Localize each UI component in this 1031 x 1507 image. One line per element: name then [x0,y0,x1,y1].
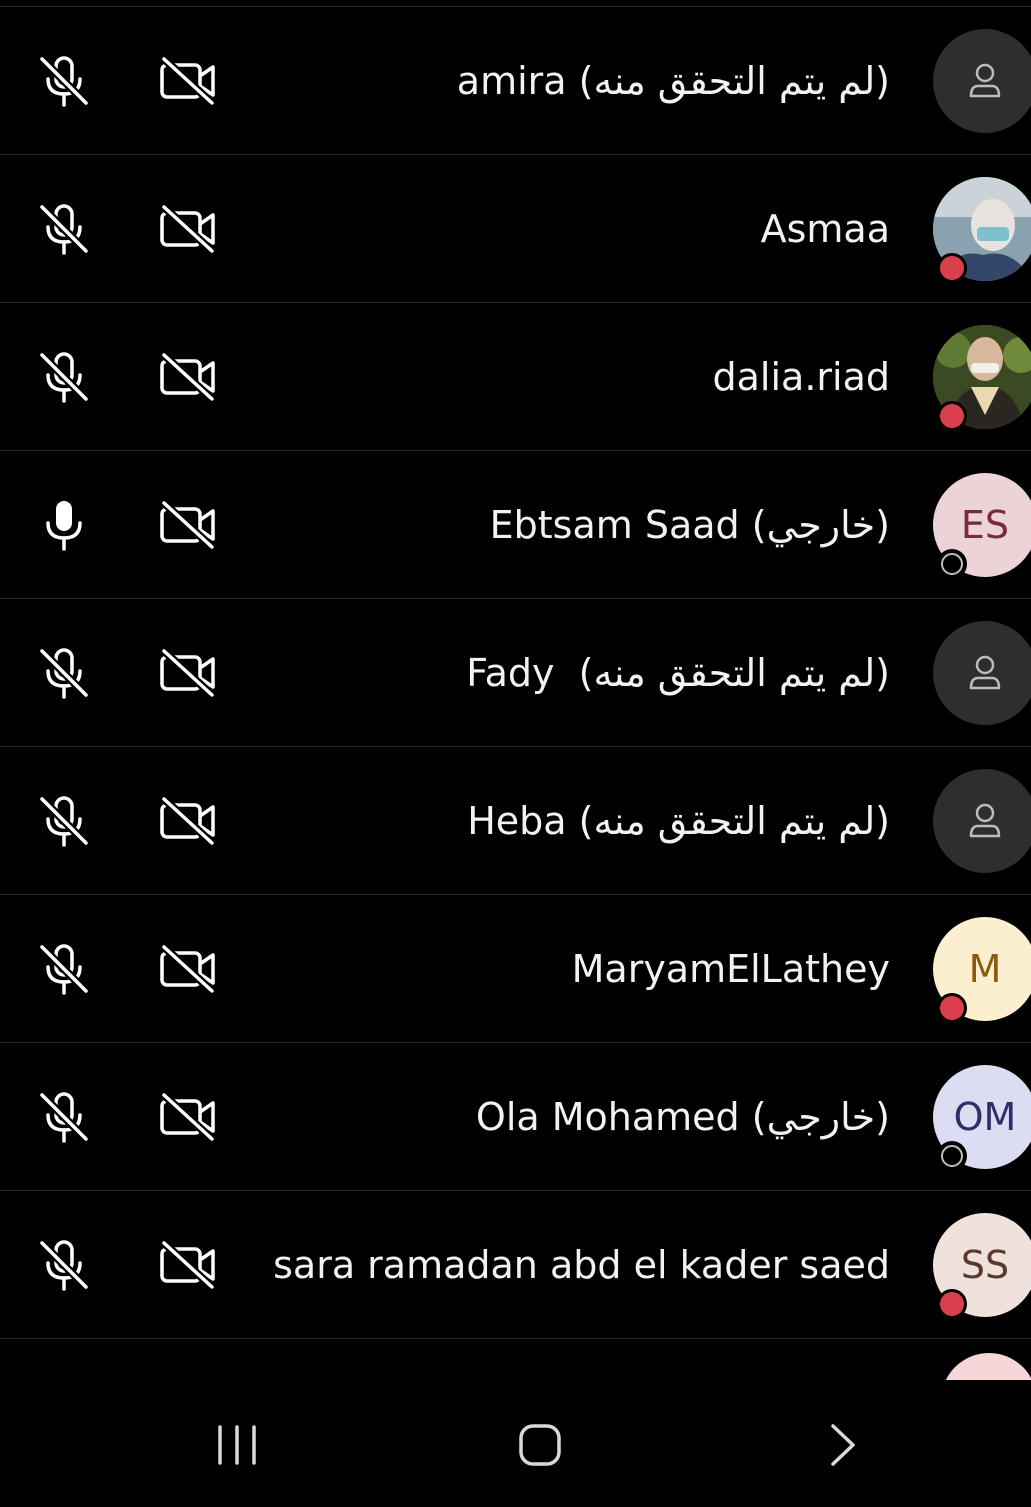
recents-button[interactable] [198,1415,278,1475]
recents-icon [218,1425,256,1465]
camera-status-button[interactable] [158,791,218,851]
camera-off-icon [160,944,216,994]
camera-off-icon [160,1092,216,1142]
participant-name: Ola Mohamed (خارجي) [475,1095,890,1139]
person-icon [969,803,1001,838]
participant-name: Ebtsam Saad (خارجي) [489,503,890,547]
avatar[interactable] [933,769,1031,873]
microphone-off-icon [38,203,90,255]
person-icon [969,655,1001,690]
person-icon [969,63,1001,98]
participant-row[interactable]: Asmaa [0,155,1031,303]
avatar-initials: OM [953,1095,1017,1139]
microphone-off-icon [38,647,90,699]
system-navigation-bar [0,1380,1031,1507]
mic-status-button[interactable] [34,1235,94,1295]
avatar-initials: SS [960,1243,1010,1287]
avatar-initials: M [968,947,1002,991]
participant-row-partial [0,1339,1031,1380]
mic-status-button[interactable] [34,495,94,555]
participant-name: Heba (لم يتم التحقق منه) [467,799,890,843]
mic-status-button[interactable] [34,347,94,407]
mic-status-button[interactable] [34,51,94,111]
participant-row[interactable]: Ebtsam Saad (خارجي) ES [0,451,1031,599]
microphone-off-icon [38,55,90,107]
participant-name: amira (لم يتم التحقق منه) [456,59,890,103]
mic-status-button[interactable] [34,791,94,851]
home-icon [519,1424,561,1466]
participant-row[interactable]: Fady (لم يتم التحقق منه) [0,599,1031,747]
participant-row[interactable]: amira (لم يتم التحقق منه) [0,7,1031,155]
camera-off-icon [160,500,216,550]
avatar[interactable] [933,621,1031,725]
participant-row[interactable]: sara ramadan abd el kader saed SS [0,1191,1031,1339]
camera-off-icon [160,1240,216,1290]
mic-status-button[interactable] [34,199,94,259]
participant-row[interactable]: MaryamElLathey M [0,895,1031,1043]
microphone-off-icon [38,1091,90,1143]
camera-status-button[interactable] [158,1235,218,1295]
mic-status-button[interactable] [34,1087,94,1147]
camera-off-icon [160,56,216,106]
participant-row[interactable]: Ola Mohamed (خارجي) OM [0,1043,1031,1191]
microphone-off-icon [38,943,90,995]
camera-off-icon [160,796,216,846]
participant-row[interactable]: Heba (لم يتم التحقق منه) [0,747,1031,895]
camera-status-button[interactable] [158,347,218,407]
status-busy-indicator [937,993,967,1023]
microphone-icon [46,501,82,551]
status-busy-indicator [937,1289,967,1319]
camera-status-button[interactable] [158,51,218,111]
mic-status-button[interactable] [34,643,94,703]
status-busy-indicator [937,401,967,431]
back-icon [831,1424,855,1466]
camera-status-button[interactable] [158,495,218,555]
avatar[interactable] [933,29,1031,133]
participant-list[interactable]: amira (لم يتم التحقق منه) Asmaa dalia.riad… [0,7,1031,1380]
camera-off-icon [160,204,216,254]
camera-status-button[interactable] [158,643,218,703]
status-busy-indicator [937,253,967,283]
back-button[interactable] [802,1415,882,1475]
status-offline-indicator [937,549,967,579]
participants-screen: amira (لم يتم التحقق منه) Asmaa dalia.riad… [0,0,1031,1507]
participant-name: sara ramadan abd el kader saed [273,1243,890,1287]
participant-name: Fady (لم يتم التحقق منه) [466,651,890,695]
microphone-off-icon [38,795,90,847]
camera-off-icon [160,648,216,698]
avatar-initials: ES [960,503,1010,547]
mic-status-button[interactable] [34,939,94,999]
camera-off-icon [160,352,216,402]
home-button[interactable] [500,1415,580,1475]
camera-status-button[interactable] [158,939,218,999]
status-offline-indicator [937,1141,967,1171]
microphone-off-icon [38,351,90,403]
avatar [941,1353,1031,1380]
camera-status-button[interactable] [158,199,218,259]
participant-name: dalia.riad [712,355,890,399]
microphone-off-icon [38,1239,90,1291]
participant-name: Asmaa [760,207,890,251]
camera-status-button[interactable] [158,1087,218,1147]
participant-name: MaryamElLathey [571,947,890,991]
participant-row[interactable]: dalia.riad [0,303,1031,451]
